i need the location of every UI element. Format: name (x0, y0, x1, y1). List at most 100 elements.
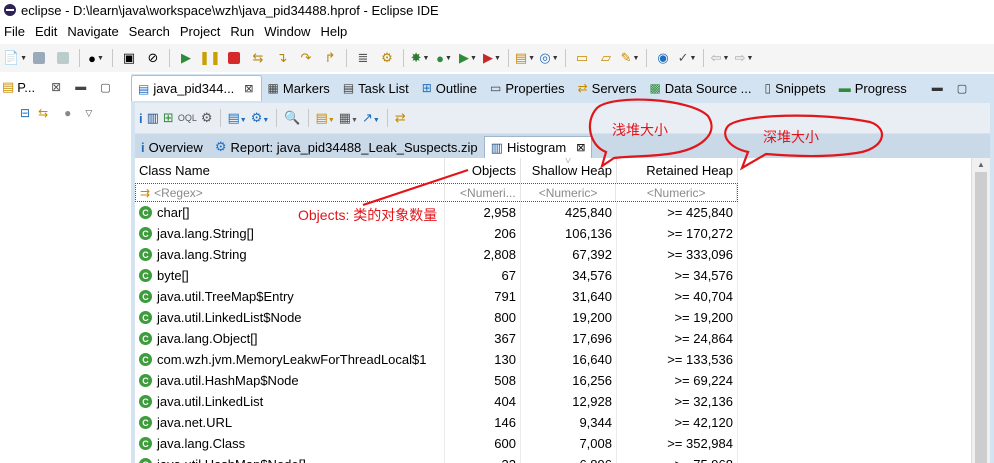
maximize-icon[interactable]: ▢ (957, 82, 967, 95)
new-class-icon[interactable]: ◎ ▼ (538, 48, 560, 68)
external-tools-icon[interactable]: ▶ ▼ (481, 48, 503, 68)
open-folder-icon[interactable]: ▱ (595, 48, 617, 68)
menu-help[interactable]: Help (318, 24, 355, 39)
export-icon[interactable]: ↗▼ (362, 110, 380, 126)
calculate-retained-icon[interactable]: ▦▼ (339, 110, 358, 126)
globe-icon[interactable]: ◉ (652, 48, 674, 68)
retained-heap-filter-input[interactable]: <Numeric> (616, 184, 737, 201)
tab-markers[interactable]: ▦ Markers (262, 75, 337, 101)
table-row[interactable]: Cjava.lang.Class 600 7,008 >= 352,984 (135, 433, 738, 454)
debug-config-icon[interactable]: ⚙ (376, 48, 398, 68)
retained-heap-cell: >= 32,136 (617, 391, 738, 412)
compare-icon[interactable]: ⇄ (395, 110, 406, 126)
class-icon: C (139, 311, 152, 324)
oql-icon[interactable]: OQL (178, 113, 197, 123)
save-all-icon[interactable] (52, 48, 74, 68)
debug-icon[interactable]: ✸ ▼ (409, 48, 431, 68)
histogram-icon[interactable]: ▥ (147, 110, 159, 126)
column-header-objects[interactable]: Objects (445, 158, 521, 183)
open-type-icon[interactable]: ▭ (571, 48, 593, 68)
pen-icon[interactable]: ✎ ▼ (619, 48, 641, 68)
tab-snippets[interactable]: ▯ Snippets (759, 75, 833, 101)
search-icon[interactable]: 🔍 (284, 110, 300, 126)
run-report-icon[interactable]: ▤▼ (228, 110, 247, 126)
link-editor-icon[interactable]: ⇆ (38, 106, 48, 120)
group-by-icon[interactable]: ▤▼ (316, 110, 335, 126)
tab-progress[interactable]: ▬ Progress (833, 75, 914, 101)
view-menu-icon[interactable]: ▽ (85, 108, 92, 119)
vertical-scrollbar[interactable]: ▲ (971, 158, 990, 463)
filter-icon[interactable]: ● (64, 106, 71, 120)
save-icon[interactable] (28, 48, 50, 68)
step-return-icon[interactable]: ↱ (319, 48, 341, 68)
table-row[interactable]: Cjava.lang.String[] 206 106,136 >= 170,272 (135, 223, 738, 244)
menu-edit[interactable]: Edit (33, 24, 65, 39)
dominator-tree-icon[interactable]: ⊞ (163, 110, 174, 126)
suspend-icon[interactable]: ❚❚ (199, 48, 221, 68)
close-icon[interactable]: ⊠ (51, 80, 61, 94)
coverage-icon[interactable]: ▶ ▼ (457, 48, 479, 68)
shallow-heap-filter-input[interactable]: <Numeric> (521, 184, 617, 201)
profile-icon[interactable]: ● ▼ (85, 48, 107, 68)
tab-properties[interactable]: ▭ Properties (484, 75, 572, 101)
run-icon[interactable]: ● ▼ (433, 48, 455, 68)
scrollbar-thumb[interactable] (975, 172, 987, 463)
search-tool-icon[interactable]: ✓ ▼ (676, 48, 698, 68)
new-java-project-icon[interactable]: ▤ ▼ (514, 48, 536, 68)
table-row[interactable]: Cjava.lang.String 2,808 67,392 >= 333,096 (135, 244, 738, 265)
table-row[interactable]: Cjava.net.URL 146 9,344 >= 42,120 (135, 412, 738, 433)
open-task-icon[interactable]: ≣ (352, 48, 374, 68)
left-panel-tab[interactable]: P... (17, 80, 35, 95)
data-source-icon: ▩ (649, 81, 661, 95)
resume-icon[interactable]: ▶ (175, 48, 197, 68)
column-header-shallow-heap[interactable]: ▽ Shallow Heap (521, 158, 617, 183)
tab-outline[interactable]: ⊞ Outline (416, 75, 484, 101)
close-icon[interactable]: ⊠ (576, 141, 585, 154)
console-icon[interactable]: ▣ (118, 48, 140, 68)
menu-project[interactable]: Project (178, 24, 228, 39)
info-icon[interactable]: i (139, 111, 143, 126)
forward-icon[interactable]: ⇨ ▼ (733, 48, 755, 68)
table-row[interactable]: Cbyte[] 67 34,576 >= 34,576 (135, 265, 738, 286)
tab-heap-dump[interactable]: ▤ java_pid344... ⊠ (131, 75, 262, 101)
step-into-icon[interactable]: ↴ (271, 48, 293, 68)
column-header-class-name[interactable]: Class Name (135, 158, 445, 183)
objects-filter-input[interactable]: <Numeri... (445, 184, 521, 201)
thread-overview-icon[interactable]: ⚙ (201, 110, 213, 126)
table-row[interactable]: Cjava.util.HashMap$Node 508 16,256 >= 69,22… (135, 370, 738, 391)
tab-data-source[interactable]: ▩ Data Source ... (643, 75, 758, 101)
class-icon: C (139, 374, 152, 387)
table-row[interactable]: Cjava.util.TreeMap$Entry 791 31,640 >= 40,7… (135, 286, 738, 307)
scroll-up-icon[interactable]: ▲ (977, 160, 985, 169)
column-header-retained-heap[interactable]: Retained Heap (617, 158, 738, 183)
tab-task-list[interactable]: ▤ Task List (337, 75, 416, 101)
collapse-all-icon[interactable]: ⊟ (20, 106, 30, 120)
menu-file[interactable]: File (2, 24, 33, 39)
back-icon[interactable]: ⇦ ▼ (709, 48, 731, 68)
menu-window[interactable]: Window (262, 24, 318, 39)
disconnect-icon[interactable]: ⇆ (247, 48, 269, 68)
menu-run[interactable]: Run (228, 24, 262, 39)
tab-servers[interactable]: ⇄ Servers (572, 75, 644, 101)
minimize-icon[interactable]: ▬ (932, 82, 943, 94)
class-name-text: java.net.URL (157, 415, 233, 430)
step-over-icon[interactable]: ↷ (295, 48, 317, 68)
menu-navigate[interactable]: Navigate (65, 24, 126, 39)
tab-histogram[interactable]: ▥ Histogram ⊠ (483, 136, 593, 158)
regex-filter-input[interactable]: ⇉ <Regex> (136, 184, 445, 201)
tab-leak-suspects-report[interactable]: ⚙ Report: java_pid34488_Leak_Suspects.zi… (209, 136, 484, 158)
new-icon[interactable]: 📄 ▼ (3, 48, 27, 68)
menu-search[interactable]: Search (127, 24, 178, 39)
skip-breakpoints-icon[interactable]: ⊘ (142, 48, 164, 68)
query-browser-icon[interactable]: ⚙▼ (251, 110, 270, 126)
table-row[interactable]: Cjava.util.HashMap$Node[]326,896>= 75,96… (135, 454, 738, 463)
table-row[interactable]: Ccom.wzh.jvm.MemoryLeakwForThreadLocal$1… (135, 349, 738, 370)
table-row[interactable]: Cjava.util.LinkedList 404 12,928 >= 32,136 (135, 391, 738, 412)
close-icon[interactable]: ⊠ (244, 82, 253, 95)
maximize-icon[interactable]: ▢ (100, 81, 110, 94)
minimize-icon[interactable]: ▬ (75, 81, 86, 93)
table-row[interactable]: Cjava.util.LinkedList$Node 800 19,200 >= 19… (135, 307, 738, 328)
table-row[interactable]: Cjava.lang.Object[] 367 17,696 >= 24,864 (135, 328, 738, 349)
terminate-icon[interactable] (223, 48, 245, 68)
tab-overview[interactable]: i Overview (135, 136, 209, 158)
